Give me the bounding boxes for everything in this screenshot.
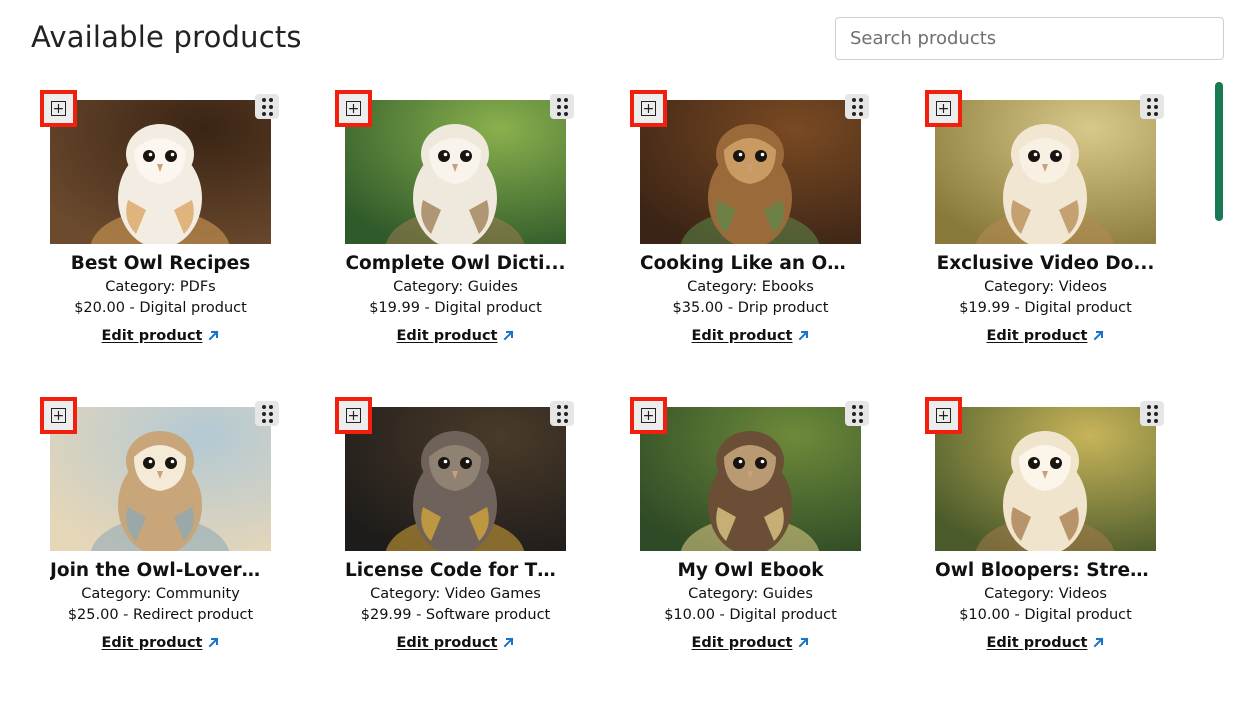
product-name: Exclusive Video Do...	[936, 253, 1155, 274]
product-category: Category: Video Games	[370, 586, 541, 602]
product-category: Category: Guides	[688, 586, 813, 602]
product-image	[935, 407, 1156, 551]
edit-product-link[interactable]: Edit product	[102, 328, 203, 344]
product-thumbnail[interactable]	[345, 100, 566, 244]
product-category: Category: Guides	[393, 279, 518, 295]
product-image	[640, 407, 861, 551]
drag-handle-icon[interactable]	[1140, 94, 1164, 119]
plus-square-icon: +	[346, 407, 361, 424]
edit-product-link[interactable]: Edit product	[692, 635, 793, 651]
external-link-arrow-icon	[799, 637, 809, 648]
add-product-button[interactable]: +	[630, 397, 667, 434]
drag-handle-icon[interactable]	[845, 94, 869, 119]
product-card[interactable]: + License Code for Th... Category: Video…	[335, 397, 595, 687]
product-thumbnail[interactable]	[640, 407, 861, 551]
product-card[interactable]: + Cooking Like an Ow... Category: Ebooks…	[630, 90, 890, 380]
product-price: $10.00 - Digital product	[959, 607, 1132, 623]
product-thumbnail[interactable]	[935, 407, 1156, 551]
plus-square-icon: +	[51, 100, 66, 117]
add-product-button[interactable]: +	[925, 90, 962, 127]
product-name: Best Owl Recipes	[70, 253, 251, 274]
product-price: $25.00 - Redirect product	[67, 607, 254, 623]
add-product-button[interactable]: +	[40, 397, 77, 434]
product-category: Category: PDFs	[105, 279, 216, 295]
product-card[interactable]: + Join the Owl-Lovers ... Category: Comm…	[40, 397, 300, 687]
product-card[interactable]: + Best Owl Recipes Category: PDFs $20.00…	[40, 90, 300, 380]
product-price: $19.99 - Digital product	[959, 300, 1132, 316]
product-image	[50, 407, 271, 551]
product-category: Category: Community	[81, 586, 240, 602]
product-thumbnail[interactable]	[50, 100, 271, 244]
product-category: Category: Videos	[984, 279, 1107, 295]
product-image	[50, 100, 271, 244]
edit-product-link[interactable]: Edit product	[397, 328, 498, 344]
product-image	[345, 407, 566, 551]
edit-product-link[interactable]: Edit product	[397, 635, 498, 651]
edit-product-link-wrap: Edit product	[630, 635, 871, 651]
edit-product-link-wrap: Edit product	[630, 328, 871, 344]
product-price: $10.00 - Digital product	[664, 607, 837, 623]
product-card[interactable]: + Complete Owl Dicti... Category: Guides…	[335, 90, 595, 380]
edit-product-link-wrap: Edit product	[925, 328, 1166, 344]
add-product-button[interactable]: +	[630, 90, 667, 127]
product-thumbnail[interactable]	[935, 100, 1156, 244]
drag-handle-icon[interactable]	[255, 401, 279, 426]
add-product-button[interactable]: +	[925, 397, 962, 434]
product-name: License Code for Th...	[345, 560, 566, 581]
product-price: $35.00 - Drip product	[672, 300, 829, 316]
product-grid: + Best Owl Recipes Category: PDFs $20.00…	[0, 0, 1243, 702]
drag-handle-icon[interactable]	[550, 94, 574, 119]
plus-square-icon: +	[641, 407, 656, 424]
plus-square-icon: +	[641, 100, 656, 117]
drag-handle-icon[interactable]	[845, 401, 869, 426]
product-price: $20.00 - Digital product	[74, 300, 247, 316]
product-category: Category: Ebooks	[687, 279, 814, 295]
product-name: My Owl Ebook	[677, 560, 824, 581]
external-link-arrow-icon	[504, 637, 514, 648]
edit-product-link-wrap: Edit product	[925, 635, 1166, 651]
external-link-arrow-icon	[209, 330, 219, 341]
edit-product-link[interactable]: Edit product	[987, 635, 1088, 651]
product-thumbnail[interactable]	[50, 407, 271, 551]
add-product-button[interactable]: +	[335, 90, 372, 127]
edit-product-link[interactable]: Edit product	[987, 328, 1088, 344]
product-thumbnail[interactable]	[640, 100, 861, 244]
product-image	[935, 100, 1156, 244]
product-card[interactable]: + My Owl Ebook Category: Guides $10.00 -…	[630, 397, 890, 687]
edit-product-link-wrap: Edit product	[335, 328, 576, 344]
product-name: Complete Owl Dicti...	[345, 253, 566, 274]
external-link-arrow-icon	[799, 330, 809, 341]
external-link-arrow-icon	[1094, 637, 1104, 648]
product-category: Category: Videos	[984, 586, 1107, 602]
product-name: Cooking Like an Ow...	[640, 253, 861, 274]
plus-square-icon: +	[936, 407, 951, 424]
product-thumbnail[interactable]	[345, 407, 566, 551]
product-name: Owl Bloopers: Strea...	[935, 560, 1156, 581]
drag-handle-icon[interactable]	[1140, 401, 1164, 426]
product-price: $29.99 - Software product	[360, 607, 551, 623]
product-price: $19.99 - Digital product	[369, 300, 542, 316]
product-name: Join the Owl-Lovers ...	[50, 560, 271, 581]
external-link-arrow-icon	[209, 637, 219, 648]
product-image	[345, 100, 566, 244]
edit-product-link-wrap: Edit product	[40, 328, 281, 344]
edit-product-link[interactable]: Edit product	[102, 635, 203, 651]
edit-product-link-wrap: Edit product	[40, 635, 281, 651]
plus-square-icon: +	[51, 407, 66, 424]
plus-square-icon: +	[346, 100, 361, 117]
product-card[interactable]: + Owl Bloopers: Strea... Category: Video…	[925, 397, 1185, 687]
drag-handle-icon[interactable]	[255, 94, 279, 119]
external-link-arrow-icon	[504, 330, 514, 341]
drag-handle-icon[interactable]	[550, 401, 574, 426]
product-card[interactable]: + Exclusive Video Do... Category: Videos…	[925, 90, 1185, 380]
add-product-button[interactable]: +	[335, 397, 372, 434]
plus-square-icon: +	[936, 100, 951, 117]
edit-product-link[interactable]: Edit product	[692, 328, 793, 344]
external-link-arrow-icon	[1094, 330, 1104, 341]
product-image	[640, 100, 861, 244]
edit-product-link-wrap: Edit product	[335, 635, 576, 651]
add-product-button[interactable]: +	[40, 90, 77, 127]
